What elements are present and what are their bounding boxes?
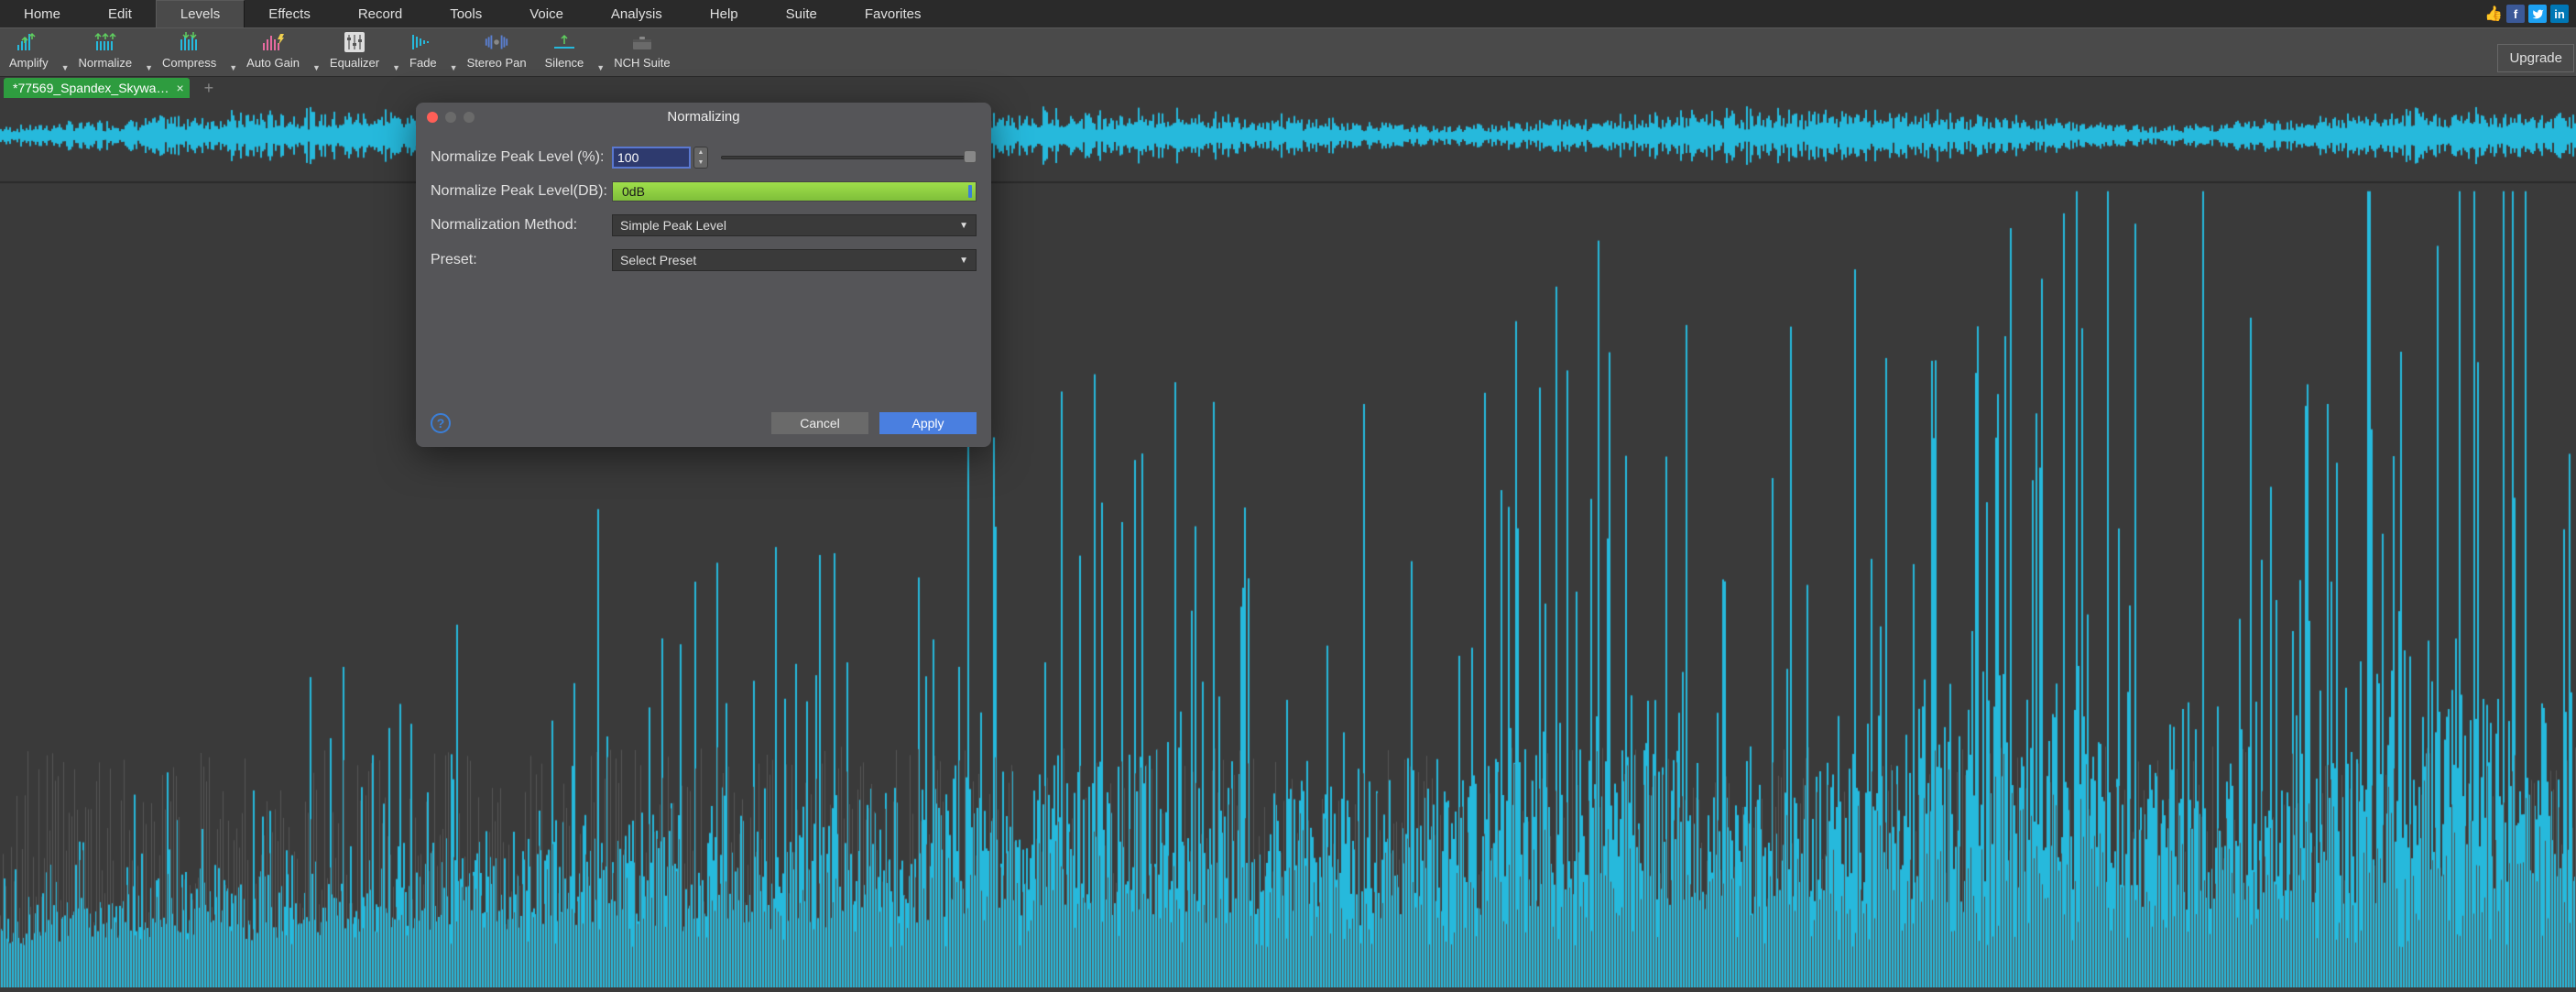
twitter-icon[interactable] [2528,5,2547,23]
autogain-icon [260,31,286,53]
minimize-window-icon [445,112,456,123]
dialog-title: Normalizing [416,109,991,125]
equalizer-button[interactable]: Equalizer [321,27,388,72]
menu-favorites[interactable]: Favorites [841,0,945,27]
menu-effects[interactable]: Effects [245,0,334,27]
amplify-button[interactable]: Amplify [0,27,58,72]
file-tab-label: *77569_Spandex_Skywa… [13,81,169,95]
dropdown-icon[interactable]: ▼ [229,63,237,72]
peak-db-bar[interactable]: 0dB [612,181,977,202]
normalize-dialog: Normalizing Normalize Peak Level (%): ▲▼… [416,103,991,447]
autogain-button[interactable]: Auto Gain [237,27,309,72]
dropdown-icon[interactable]: ▼ [392,63,400,72]
chevron-down-icon: ▼ [959,256,968,266]
silence-icon [551,31,577,53]
pct-stepper[interactable]: ▲▼ [693,147,708,169]
slider-thumb[interactable] [964,150,977,163]
social-icons: 👍 f in [2484,5,2576,23]
waveform-area[interactable] [0,99,2576,987]
stereopan-icon [484,31,509,53]
method-label: Normalization Method: [431,217,612,234]
method-select[interactable]: Simple Peak Level ▼ [612,214,977,236]
menu-tools[interactable]: Tools [426,0,506,27]
tool-label: Normalize [79,56,133,70]
zoom-window-icon [464,112,475,123]
close-icon[interactable]: × [176,81,183,95]
dropdown-icon[interactable]: ▼ [312,63,321,72]
fade-icon [410,31,436,53]
menu-help[interactable]: Help [686,0,762,27]
peak-db-value: 0dB [622,184,645,199]
menu-record[interactable]: Record [334,0,426,27]
menu-suite[interactable]: Suite [762,0,841,27]
cancel-button[interactable]: Cancel [771,412,868,434]
normalize-button[interactable]: Normalize [70,27,142,72]
toolbar: Amplify ▼ Normalize ▼ Compress ▼ Auto Ga… [0,27,2576,77]
apply-button[interactable]: Apply [879,412,977,434]
peak-pct-input[interactable] [612,147,691,169]
method-value: Simple Peak Level [620,218,726,233]
compress-button[interactable]: Compress [153,27,225,72]
stereopan-button[interactable]: Stereo Pan [458,27,536,72]
menu-bar: Home Edit Levels Effects Record Tools Vo… [0,0,2576,27]
waveform-canvas [0,99,2576,987]
peak-pct-slider[interactable] [721,149,977,166]
like-icon[interactable]: 👍 [2484,5,2503,23]
peak-pct-label: Normalize Peak Level (%): [431,149,612,166]
fade-button[interactable]: Fade [400,27,446,72]
tool-label: Stereo Pan [467,56,527,70]
compress-icon [177,31,202,53]
stepper-down-icon[interactable]: ▼ [694,158,707,168]
tool-label: Fade [409,56,437,70]
tab-bar: *77569_Spandex_Skywa… × + [0,77,2576,99]
tool-label: Auto Gain [246,56,300,70]
preset-value: Select Preset [620,253,696,267]
dropdown-icon[interactable]: ▼ [145,63,153,72]
tool-label: Silence [545,56,584,70]
facebook-icon[interactable]: f [2506,5,2525,23]
peak-db-label: Normalize Peak Level(DB): [431,183,612,200]
normalize-icon [93,31,118,53]
chevron-down-icon: ▼ [959,221,968,231]
menu-voice[interactable]: Voice [506,0,587,27]
nchsuite-button[interactable]: NCH Suite [605,27,679,72]
dialog-titlebar[interactable]: Normalizing [416,103,991,130]
menu-analysis[interactable]: Analysis [587,0,686,27]
menu-levels[interactable]: Levels [156,0,245,27]
help-icon[interactable]: ? [431,413,451,433]
toolbox-icon [629,31,655,53]
silence-button[interactable]: Silence [536,27,594,72]
menu-edit[interactable]: Edit [84,0,156,27]
tool-label: Amplify [9,56,49,70]
dropdown-icon[interactable]: ▼ [61,63,70,72]
preset-label: Preset: [431,252,612,268]
dropdown-icon[interactable]: ▼ [596,63,605,72]
upgrade-button[interactable]: Upgrade [2497,44,2574,72]
menu-home[interactable]: Home [0,0,84,27]
equalizer-icon [342,31,367,53]
tool-label: Equalizer [330,56,379,70]
dropdown-icon[interactable]: ▼ [450,63,458,72]
file-tab[interactable]: *77569_Spandex_Skywa… × [4,78,190,98]
tool-label: NCH Suite [614,56,670,70]
close-window-icon[interactable] [427,112,438,123]
amplify-icon [16,31,41,53]
preset-select[interactable]: Select Preset ▼ [612,249,977,271]
tool-label: Compress [162,56,216,70]
add-tab-button[interactable]: + [204,79,214,98]
linkedin-icon[interactable]: in [2550,5,2569,23]
stepper-up-icon[interactable]: ▲ [694,147,707,158]
